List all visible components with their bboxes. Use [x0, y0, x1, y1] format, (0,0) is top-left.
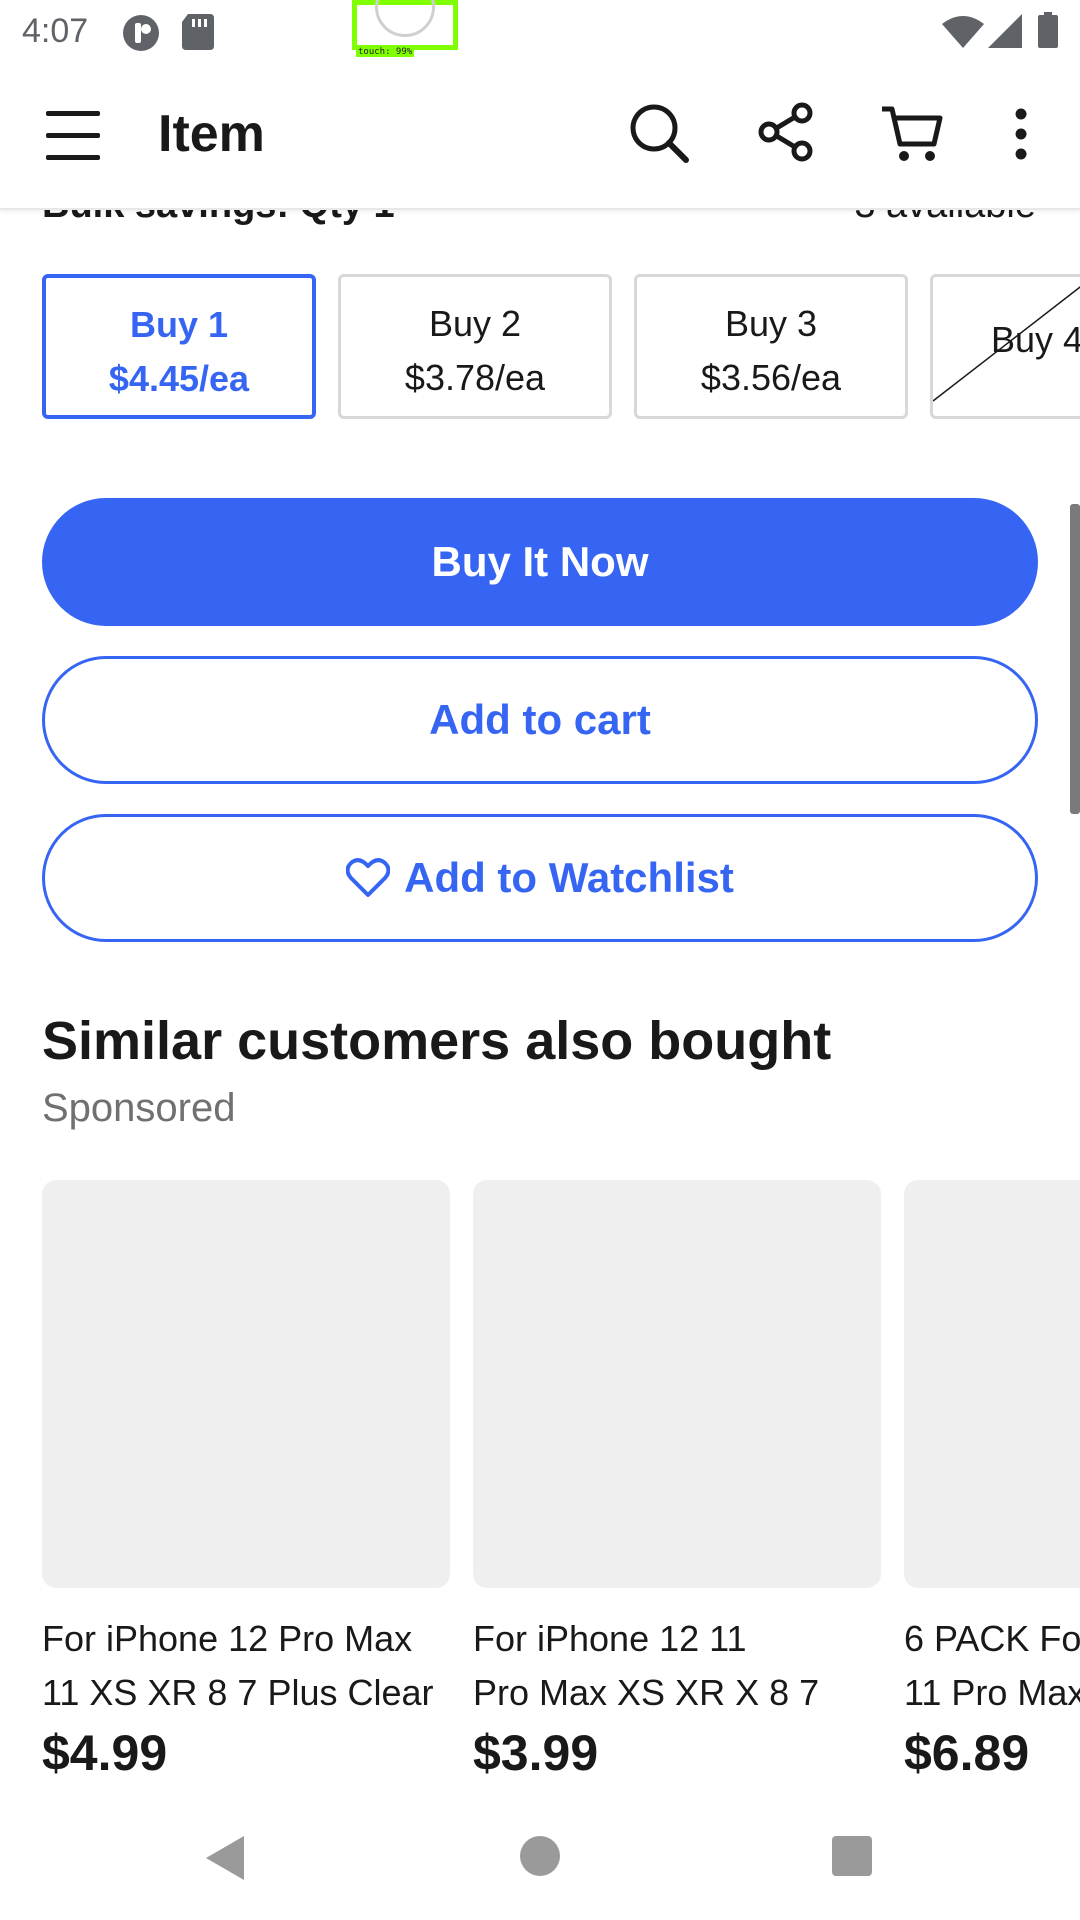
more-icon[interactable]	[1014, 108, 1028, 165]
product-carousel: For iPhone 12 Pro Max 11 XS XR 8 7 Plus …	[0, 1180, 1080, 1780]
product-title-line: 11 XS XR 8 7 Plus Clear	[42, 1672, 434, 1713]
tier-price: $3.56/ea	[700, 357, 842, 398]
add-to-cart-button[interactable]: Add to cart	[42, 656, 1038, 784]
scrollbar[interactable]	[1070, 504, 1080, 814]
product-image[interactable]	[904, 1180, 1080, 1588]
product-image[interactable]	[42, 1180, 450, 1588]
cart-icon[interactable]	[880, 104, 944, 169]
add-to-cart-label: Add to cart	[429, 696, 651, 743]
product-title: For iPhone 12 Pro Max 11 XS XR 8 7 Plus …	[42, 1612, 472, 1720]
tier-label: Buy 2	[428, 303, 522, 344]
back-icon[interactable]	[206, 1836, 246, 1885]
app-bar: Item	[0, 64, 1080, 210]
battery-icon	[1038, 12, 1058, 53]
search-icon[interactable]	[628, 102, 690, 169]
buy-it-now-button[interactable]: Buy It Now	[42, 498, 1038, 626]
sd-card-icon	[182, 14, 214, 55]
section-title: Similar customers also bought	[42, 1011, 832, 1071]
product-title: 6 PACK For 11 Pro Max	[904, 1612, 1080, 1720]
product-title-line: For iPhone 12 Pro Max	[42, 1618, 413, 1659]
tier-buy-3[interactable]: Buy 3 $3.56/ea	[634, 274, 908, 419]
product-card[interactable]: For iPhone 12 11 Pro Max XS XR X 8 7 $3.…	[473, 1180, 881, 1780]
tier-label: Buy 3	[724, 303, 818, 344]
add-to-watchlist-label: Add to Watchlist	[404, 854, 734, 901]
share-icon[interactable]	[756, 102, 816, 167]
heart-icon	[346, 858, 391, 897]
product-image[interactable]	[473, 1180, 881, 1588]
home-icon[interactable]	[520, 1836, 560, 1876]
page-title: Item	[158, 105, 265, 163]
product-title-line: 6 PACK For	[904, 1618, 1080, 1659]
app-notification-icon	[122, 14, 160, 57]
product-price: $3.99	[473, 1725, 599, 1780]
product-price: $4.99	[42, 1725, 168, 1780]
recent-apps-icon[interactable]	[832, 1836, 872, 1876]
touch-label: touch: 99%	[356, 47, 415, 57]
menu-icon[interactable]	[46, 111, 100, 161]
strikethrough-line	[933, 286, 1080, 402]
section-subtitle: Sponsored	[42, 1086, 236, 1130]
add-to-watchlist-button[interactable]: Add to Watchlist	[42, 814, 1038, 942]
product-card[interactable]: For iPhone 12 Pro Max 11 XS XR 8 7 Plus …	[42, 1180, 450, 1780]
product-card[interactable]: 6 PACK For 11 Pro Max $6.89	[904, 1180, 1080, 1780]
product-price: $6.89	[904, 1725, 1030, 1780]
product-title: For iPhone 12 11 Pro Max XS XR X 8 7	[473, 1612, 903, 1720]
wifi-icon	[942, 16, 984, 53]
tier-price: $3.78/ea	[404, 357, 546, 398]
product-title-line: Pro Max XS XR X 8 7	[473, 1672, 820, 1713]
tier-buy-2[interactable]: Buy 2 $3.78/ea	[338, 274, 612, 419]
signal-icon	[988, 14, 1022, 53]
status-time: 4:07	[22, 12, 89, 50]
buy-it-now-label: Buy It Now	[431, 538, 649, 585]
status-bar: 4:07 touch: 99%	[0, 0, 1080, 64]
navigation-bar	[0, 1796, 1080, 1920]
tier-buy-1[interactable]: Buy 1 $4.45/ea	[42, 274, 316, 419]
product-title-line: 11 Pro Max	[904, 1672, 1080, 1713]
quantity-tiers: Buy 1 $4.45/ea Buy 2 $3.78/ea Buy 3 $3.5…	[0, 274, 1080, 420]
tier-buy-4[interactable]: Buy 4	[930, 274, 1080, 419]
tier-label: Buy 1	[129, 304, 229, 345]
product-title-line: For iPhone 12 11	[473, 1618, 747, 1659]
tier-price: $4.45/ea	[108, 358, 250, 399]
touch-indicator	[352, 0, 458, 50]
